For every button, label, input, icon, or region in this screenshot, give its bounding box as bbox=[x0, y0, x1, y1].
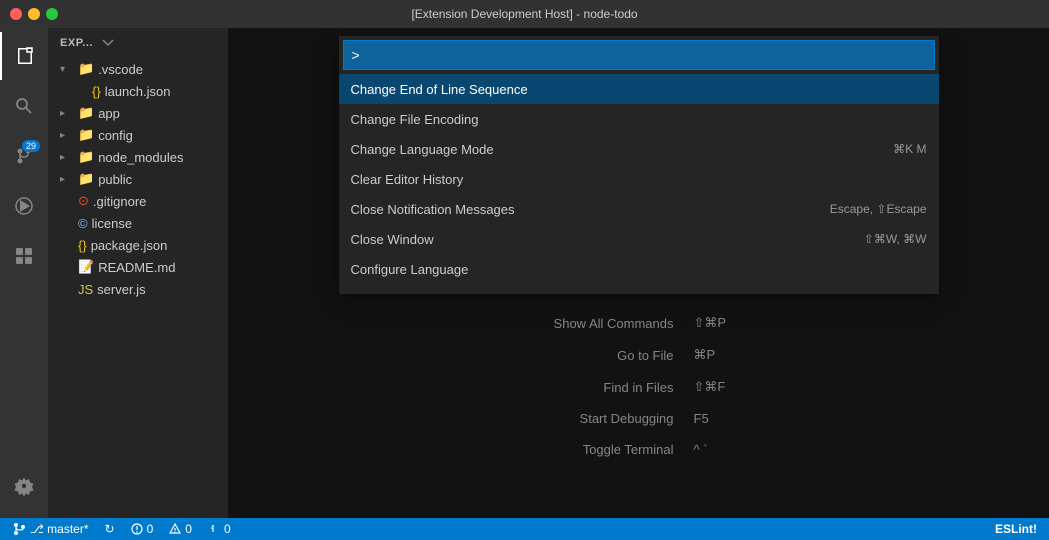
tree-item-gitignore[interactable]: ⊙ .gitignore bbox=[48, 190, 228, 212]
sync-icon: ↻ bbox=[105, 522, 115, 536]
info-label: 0 bbox=[224, 522, 231, 536]
shortcut-keys-start-debugging: F5 bbox=[694, 411, 754, 426]
activity-bar: 29 bbox=[0, 28, 48, 518]
shortcut-row-show-commands: Show All Commands ⇧⌘P bbox=[524, 307, 754, 339]
shortcut-keys-toggle-terminal: ^ ` bbox=[694, 442, 754, 457]
shortcut-row-start-debugging: Start Debugging F5 bbox=[524, 403, 754, 434]
warnings-status[interactable]: 0 bbox=[165, 522, 196, 536]
folder-icon: 📁 bbox=[78, 61, 94, 77]
minimize-button[interactable] bbox=[28, 8, 40, 20]
info-status[interactable]: 0 bbox=[204, 522, 235, 536]
eslint-status[interactable]: ESLint! bbox=[991, 522, 1041, 536]
tree-item-vscode[interactable]: ▾ 📁 .vscode bbox=[48, 58, 228, 80]
license-icon: © bbox=[78, 216, 88, 231]
command-item-clear-editor-history[interactable]: Clear Editor History bbox=[339, 164, 939, 194]
shortcut-label-start-debugging: Start Debugging bbox=[524, 411, 674, 426]
command-item-change-end-of-line[interactable]: Change End of Line Sequence bbox=[339, 74, 939, 104]
files-icon[interactable] bbox=[0, 32, 48, 80]
shortcut-keys-go-to-file: ⌘P bbox=[694, 347, 754, 363]
json-icon: {} bbox=[92, 84, 101, 99]
window-controls[interactable] bbox=[10, 8, 58, 20]
branch-label: ⎇ master* bbox=[30, 522, 89, 536]
maximize-button[interactable] bbox=[46, 8, 58, 20]
shortcut-label-find-in-files: Find in Files bbox=[524, 380, 674, 395]
sidebar-header: EXP... bbox=[48, 28, 228, 58]
shortcut-row-toggle-terminal: Toggle Terminal ^ ` bbox=[524, 434, 754, 465]
arrow-icon: ▸ bbox=[60, 152, 74, 163]
sidebar: EXP... ▾ 📁 .vscode {} launch.json bbox=[48, 28, 228, 518]
arrow-icon: ▸ bbox=[60, 174, 74, 185]
errors-label: 0 bbox=[147, 522, 154, 536]
command-input[interactable] bbox=[343, 40, 935, 70]
command-item-configure-language[interactable]: Configure Language bbox=[339, 254, 939, 284]
extensions-icon[interactable] bbox=[0, 232, 48, 280]
tree-item-package-json[interactable]: {} package.json bbox=[48, 234, 228, 256]
tree-item-app[interactable]: ▸ 📁 app bbox=[48, 102, 228, 124]
warnings-label: 0 bbox=[185, 522, 192, 536]
shortcut-row-find-in-files: Find in Files ⇧⌘F bbox=[524, 371, 754, 403]
tree-item-public[interactable]: ▸ 📁 public bbox=[48, 168, 228, 190]
shortcut-keys-find-in-files: ⇧⌘F bbox=[694, 379, 754, 395]
folder-icon: 📁 bbox=[78, 105, 94, 121]
editor-area: Change End of Line Sequence Change File … bbox=[228, 28, 1049, 518]
tree-item-license[interactable]: © license bbox=[48, 212, 228, 234]
command-item-close-window[interactable]: Close Window ⇧⌘W, ⌘W bbox=[339, 224, 939, 254]
branch-icon bbox=[12, 522, 26, 536]
command-item-close-notification-messages[interactable]: Close Notification Messages Escape, ⇧Esc… bbox=[339, 194, 939, 224]
tree-item-launch-json[interactable]: {} launch.json bbox=[48, 80, 228, 102]
close-button[interactable] bbox=[10, 8, 22, 20]
command-item-change-language-mode[interactable]: Change Language Mode ⌘K M bbox=[339, 134, 939, 164]
git-icon: ⊙ bbox=[78, 193, 89, 209]
shortcut-keys-show-commands: ⇧⌘P bbox=[694, 315, 754, 331]
status-bar: ⎇ master* ↻ 0 0 0 ESLint! bbox=[0, 518, 1049, 540]
command-results: Change End of Line Sequence Change File … bbox=[339, 74, 939, 294]
title-bar: [Extension Development Host] - node-todo bbox=[0, 0, 1049, 28]
eslint-label: ESLint! bbox=[995, 522, 1037, 536]
source-control-icon[interactable]: 29 bbox=[0, 132, 48, 180]
arrow-icon: ▸ bbox=[60, 130, 74, 141]
search-icon[interactable] bbox=[0, 82, 48, 130]
command-item-debug-add-function-breakpoint[interactable]: Debug: Add Function Breakpoint bbox=[339, 284, 939, 294]
command-item-change-file-encoding[interactable]: Change File Encoding bbox=[339, 104, 939, 134]
settings-icon[interactable] bbox=[0, 462, 48, 510]
shortcut-label-go-to-file: Go to File bbox=[524, 348, 674, 363]
md-icon: 📝 bbox=[78, 259, 94, 275]
branch-status[interactable]: ⎇ master* bbox=[8, 522, 93, 536]
shortcut-label-toggle-terminal: Toggle Terminal bbox=[524, 442, 674, 457]
tree-item-readme[interactable]: 📝 README.md bbox=[48, 256, 228, 278]
folder-icon: 📁 bbox=[78, 149, 94, 165]
debug-icon[interactable] bbox=[0, 182, 48, 230]
tree-item-server-js[interactable]: JS server.js bbox=[48, 278, 228, 300]
folder-icon: 📁 bbox=[78, 171, 94, 187]
json-icon: {} bbox=[78, 238, 87, 253]
shortcuts-area: Show All Commands ⇧⌘P Go to File ⌘P Find… bbox=[524, 294, 754, 518]
file-tree: ▾ 📁 .vscode {} launch.json ▸ 📁 app ▸ 📁 c… bbox=[48, 58, 228, 518]
sync-status[interactable]: ↻ bbox=[101, 522, 119, 536]
js-icon: JS bbox=[78, 282, 93, 297]
info-icon bbox=[208, 523, 220, 535]
command-input-wrapper bbox=[339, 36, 939, 74]
folder-icon: 📁 bbox=[78, 127, 94, 143]
window-title: [Extension Development Host] - node-todo bbox=[411, 7, 637, 21]
shortcut-row-go-to-file: Go to File ⌘P bbox=[524, 339, 754, 371]
tree-item-config[interactable]: ▸ 📁 config bbox=[48, 124, 228, 146]
warning-icon bbox=[169, 523, 181, 535]
tree-item-node-modules[interactable]: ▸ 📁 node_modules bbox=[48, 146, 228, 168]
errors-status[interactable]: 0 bbox=[127, 522, 158, 536]
command-palette-overlay: Change End of Line Sequence Change File … bbox=[228, 28, 1049, 518]
arrow-icon: ▸ bbox=[60, 108, 74, 119]
shortcut-label-show-commands: Show All Commands bbox=[524, 316, 674, 331]
arrow-icon: ▾ bbox=[60, 64, 74, 75]
error-icon bbox=[131, 523, 143, 535]
source-control-badge: 29 bbox=[22, 140, 40, 152]
command-palette: Change End of Line Sequence Change File … bbox=[339, 36, 939, 294]
